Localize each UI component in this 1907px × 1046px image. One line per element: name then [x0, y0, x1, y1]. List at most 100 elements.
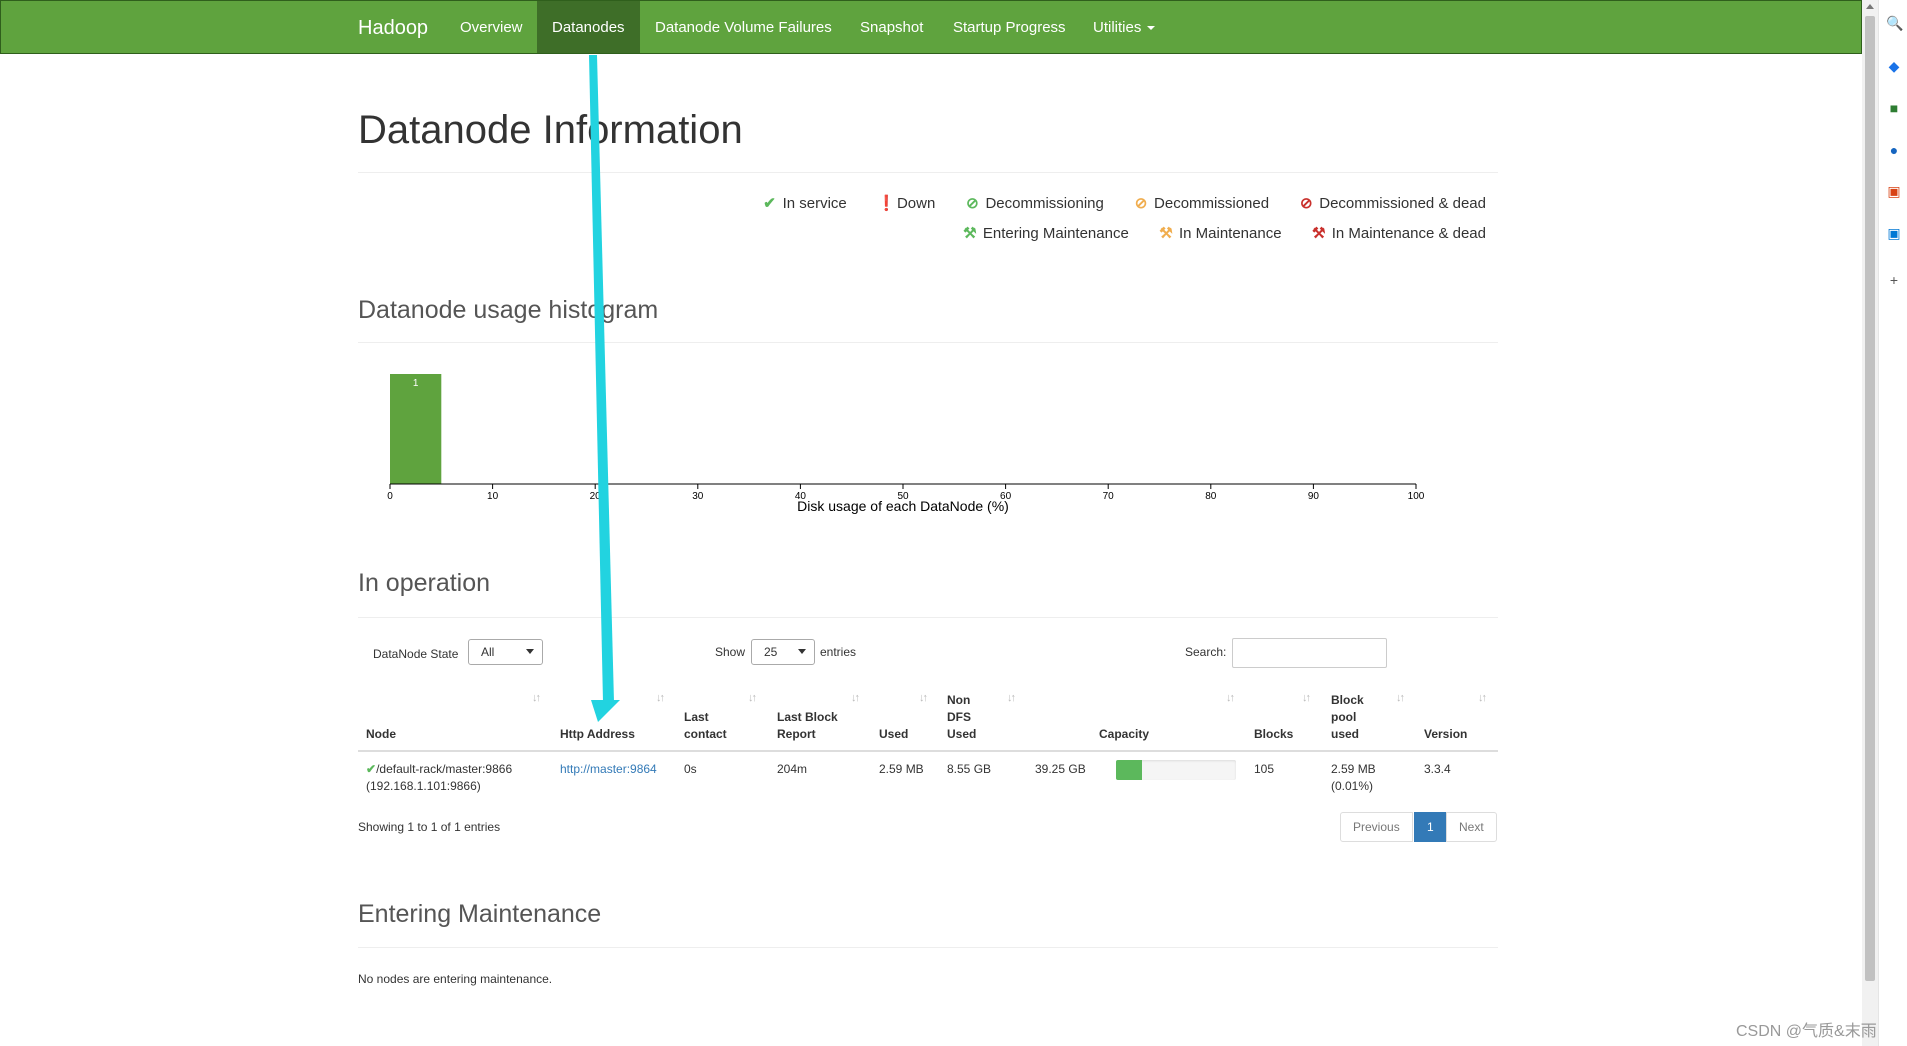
x-tick-label: 10	[487, 491, 499, 502]
col-http-address[interactable]: Http Address	[560, 726, 635, 743]
outlook-icon[interactable]: ▣	[1886, 225, 1902, 241]
watermark: CSDN @气质&末雨	[1736, 1023, 1877, 1040]
sort-icon[interactable]: ↓↑	[919, 692, 928, 704]
legend-label: Decommissioned & dead	[1319, 195, 1486, 212]
node-cell: ✔/default-rack/master:9866	[366, 761, 512, 778]
page-title: Datanode Information	[358, 108, 743, 152]
wrench-icon: ⚒	[963, 225, 977, 242]
sort-icon[interactable]: ↓↑	[1396, 692, 1405, 704]
sort-icon[interactable]: ↓↑	[1007, 692, 1016, 704]
http-address-cell: http://master:9864	[560, 761, 657, 778]
legend-label: In Maintenance & dead	[1331, 225, 1486, 242]
search-icon[interactable]: 🔍	[1886, 15, 1903, 31]
non-dfs-used-cell: 8.55 GB	[947, 762, 992, 776]
entries-per-page-select[interactable]: 25	[751, 639, 815, 665]
x-tick-label: 90	[1308, 491, 1320, 502]
entries-per-page-value: 25	[764, 645, 778, 659]
nav-snapshot[interactable]: Snapshot	[845, 1, 938, 53]
nav-startup-progress[interactable]: Startup Progress	[938, 1, 1081, 53]
sort-icon[interactable]: ↓↑	[532, 692, 541, 704]
brand-logo[interactable]: Hadoop	[358, 17, 428, 40]
nav-datanode-volume-failures[interactable]: Datanode Volume Failures	[640, 1, 847, 53]
divider	[358, 342, 1498, 343]
divider	[358, 172, 1498, 173]
sort-icon[interactable]: ↓↑	[1226, 692, 1235, 704]
check-icon: ✔	[763, 195, 776, 212]
page-scrollbar[interactable]	[1862, 0, 1878, 1046]
divider	[358, 617, 1498, 618]
previous-button[interactable]: Previous	[1340, 812, 1413, 842]
show-label: Show	[715, 645, 746, 659]
col-last-block-report[interactable]: Last Block Report	[777, 709, 838, 743]
page-1-button[interactable]: 1	[1414, 812, 1447, 842]
chevron-down-icon	[798, 649, 806, 654]
ban-icon: ⊘	[1299, 195, 1313, 212]
in-operation-title: In operation	[358, 569, 491, 597]
col-capacity[interactable]: Capacity	[1099, 726, 1149, 743]
nav-utilities-dropdown[interactable]: Utilities	[1078, 1, 1170, 53]
legend-in-maintenance: ⚒ In Maintenance	[1159, 224, 1282, 242]
node-name: /default-rack/master:9866	[376, 762, 513, 776]
x-tick-label: 0	[387, 491, 393, 502]
search-label: Search:	[1185, 645, 1227, 659]
x-tick-label: 100	[1408, 491, 1425, 502]
legend-label: In Maintenance	[1178, 225, 1282, 242]
col-node[interactable]: Node	[366, 726, 396, 743]
legend-decommissioned: ⊘ Decommissioned	[1134, 194, 1269, 212]
sort-icon[interactable]: ↓↑	[656, 692, 665, 704]
next-button[interactable]: Next	[1446, 812, 1497, 842]
exclamation-circle-icon: ❗	[876, 195, 896, 212]
nav-overview[interactable]: Overview	[445, 1, 538, 53]
histogram-bar	[390, 374, 442, 484]
usage-histogram-chart: 10 10 20 30 40 50 60 70 80 90 100Disk usage of eac…	[387, 374, 1425, 514]
capacity-cell: 39.25 GB	[1035, 762, 1086, 776]
legend-decommissioned-dead: ⊘ Decommissioned & dead	[1299, 194, 1486, 212]
col-block-pool-used[interactable]: Block pool used	[1331, 692, 1364, 743]
ban-icon: ⊘	[966, 195, 979, 212]
legend-label: In service	[782, 195, 847, 212]
datanode-state-value: All	[481, 645, 495, 659]
legend-in-service: ✔ In service	[763, 194, 847, 212]
table-header-border	[358, 750, 1498, 752]
sort-icon[interactable]: ↓↑	[1478, 692, 1487, 704]
legend-label: Decommissioned	[1154, 195, 1270, 212]
http-address-link[interactable]: http://master:9864	[560, 762, 657, 776]
last-block-report-cell: 204m	[777, 762, 808, 776]
col-non-dfs-used[interactable]: Non DFS Used	[947, 692, 976, 743]
sort-icon[interactable]: ↓↑	[851, 692, 860, 704]
legend-in-maintenance-dead: ⚒ In Maintenance & dead	[1312, 224, 1486, 242]
nav-datanodes[interactable]: Datanodes	[537, 1, 640, 53]
tag-icon[interactable]: ◆	[1886, 58, 1902, 74]
caret-down-icon	[1147, 26, 1156, 31]
wrench-icon: ⚒	[1311, 225, 1326, 242]
entries-label: entries	[820, 645, 857, 659]
col-used[interactable]: Used	[879, 726, 908, 743]
divider	[358, 947, 1498, 948]
sort-icon[interactable]: ↓↑	[748, 692, 757, 704]
table-summary: Showing 1 to 1 of 1 entries	[358, 820, 501, 834]
x-tick-label: 20	[590, 491, 602, 502]
col-last-contact[interactable]: Last contact	[684, 709, 727, 743]
chevron-down-icon	[526, 649, 534, 654]
search-input[interactable]	[1232, 638, 1387, 668]
bar-value-label: 1	[413, 378, 419, 389]
toolbox-icon[interactable]: ■	[1886, 100, 1902, 116]
browser-side-panel: 🔍 ◆ ■ ● ▣ ▣ +	[1878, 0, 1907, 1046]
legend-row-1: ✔ In service ❗Down ⊘ Decommissioning ⊘ Deco…	[737, 194, 1486, 212]
wrench-icon: ⚒	[1159, 225, 1173, 242]
scroll-thumb[interactable]	[1865, 16, 1875, 981]
node-ip: (192.168.1.101:9866)	[366, 779, 481, 793]
scroll-up-icon[interactable]	[1866, 4, 1874, 9]
people-icon[interactable]: ●	[1886, 142, 1902, 158]
ban-icon: ⊘	[1134, 195, 1148, 212]
office-icon[interactable]: ▣	[1886, 183, 1902, 199]
add-icon[interactable]: +	[1886, 272, 1902, 288]
datanode-state-label: DataNode State	[373, 647, 459, 661]
x-tick-label: 70	[1103, 491, 1115, 502]
col-version[interactable]: Version	[1424, 726, 1467, 743]
last-contact-cell: 0s	[684, 762, 697, 776]
capacity-progress-fill	[1116, 760, 1143, 780]
sort-icon[interactable]: ↓↑	[1302, 692, 1311, 704]
datanode-state-select[interactable]: All	[468, 639, 543, 665]
col-blocks[interactable]: Blocks	[1254, 726, 1293, 743]
